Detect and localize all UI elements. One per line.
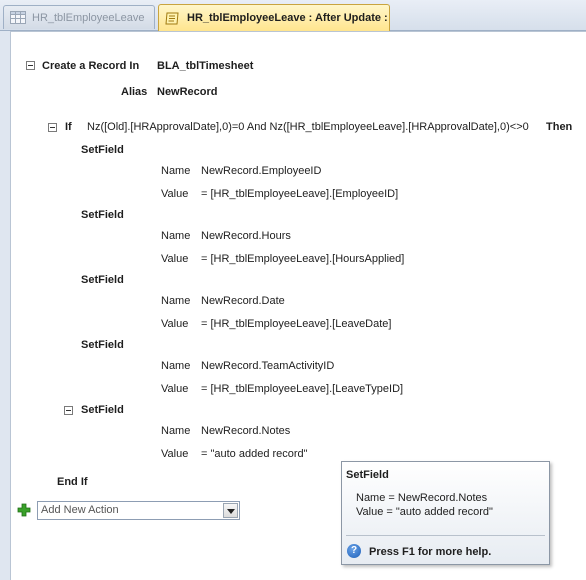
setfield-name-label: Name: [161, 230, 191, 242]
tab-label: HR_tblEmployeeLeave : After Update :: [187, 12, 388, 24]
macro-designer-canvas: Create a Record In BLA_tblTimesheet Alia…: [10, 31, 586, 580]
setfield-name-label: Name: [161, 360, 191, 372]
alias-value[interactable]: NewRecord: [157, 85, 218, 99]
setfield-name-value[interactable]: NewRecord.Hours: [201, 229, 291, 243]
setfield-value-label: Value: [161, 448, 189, 460]
then-keyword: Then: [546, 121, 573, 133]
setfield-label[interactable]: SetField: [81, 273, 124, 287]
collapse-setfield-toggle[interactable]: [64, 406, 73, 415]
setfield-name-label: Name: [161, 295, 191, 307]
if-condition[interactable]: Nz([Old].[HRApprovalDate],0)=0 And Nz([H…: [87, 120, 529, 134]
setfield-value-expression[interactable]: = [HR_tblEmployeeLeave].[LeaveDate]: [201, 317, 391, 331]
setfield-value-label: Value: [161, 318, 189, 330]
tooltip-divider: [346, 535, 545, 536]
setfield-value-label: Value: [161, 188, 189, 200]
macro-icon: [165, 12, 179, 24]
create-record-keyword: Create a Record In: [42, 60, 140, 72]
tab-label: HR_tblEmployeeLeave: [32, 11, 145, 24]
tooltip-title: SetField: [346, 469, 389, 481]
add-new-action-placeholder: Add New Action: [41, 504, 119, 516]
setfield-value-expression[interactable]: = "auto added record": [201, 447, 308, 461]
help-icon: ?: [347, 544, 361, 558]
setfield-name-label: Name: [161, 165, 191, 177]
setfield-label[interactable]: SetField: [81, 208, 124, 222]
setfield-name-value[interactable]: NewRecord.TeamActivityID: [201, 359, 334, 373]
setfield-value-expression[interactable]: = [HR_tblEmployeeLeave].[EmployeeID]: [201, 187, 398, 201]
chevron-down-icon[interactable]: [223, 503, 238, 518]
setfield-name-value[interactable]: NewRecord.EmployeeID: [201, 164, 321, 178]
tooltip-help-text: Press F1 for more help.: [369, 546, 492, 558]
tooltip-name-line: Name = NewRecord.Notes: [356, 492, 488, 504]
setfield-tooltip: SetField Name = NewRecord.Notes Value = …: [341, 461, 550, 565]
create-record-target[interactable]: BLA_tblTimesheet: [157, 59, 253, 73]
setfield-name-label: Name: [161, 425, 191, 437]
add-action-plus-icon[interactable]: [17, 503, 31, 517]
setfield-name-value[interactable]: NewRecord.Date: [201, 294, 285, 308]
add-new-action-combobox[interactable]: Add New Action: [37, 501, 240, 520]
tooltip-value-line: Value = "auto added record": [356, 506, 493, 518]
setfield-name-value[interactable]: NewRecord.Notes: [201, 424, 290, 438]
setfield-value-expression[interactable]: = [HR_tblEmployeeLeave].[LeaveTypeID]: [201, 382, 403, 396]
setfield-value-label: Value: [161, 253, 189, 265]
setfield-label[interactable]: SetField: [81, 143, 124, 157]
tab-hr-tblemployeeleave[interactable]: HR_tblEmployeeLeave: [3, 5, 155, 29]
setfield-value-expression[interactable]: = [HR_tblEmployeeLeave].[HoursApplied]: [201, 252, 404, 266]
document-tab-bar: HR_tblEmployeeLeave HR_tblEmployeeLeave …: [0, 0, 586, 31]
alias-label: Alias: [121, 86, 148, 98]
setfield-label[interactable]: SetField: [81, 338, 124, 352]
setfield-label[interactable]: SetField: [81, 403, 124, 417]
setfield-value-label: Value: [161, 383, 189, 395]
collapse-create-record-toggle[interactable]: [26, 61, 35, 70]
collapse-if-toggle[interactable]: [48, 123, 57, 132]
tab-after-update-macro[interactable]: HR_tblEmployeeLeave : After Update :: [158, 4, 390, 31]
table-icon: [10, 11, 26, 24]
end-if-keyword: End If: [57, 476, 88, 488]
if-keyword: If: [65, 121, 72, 133]
